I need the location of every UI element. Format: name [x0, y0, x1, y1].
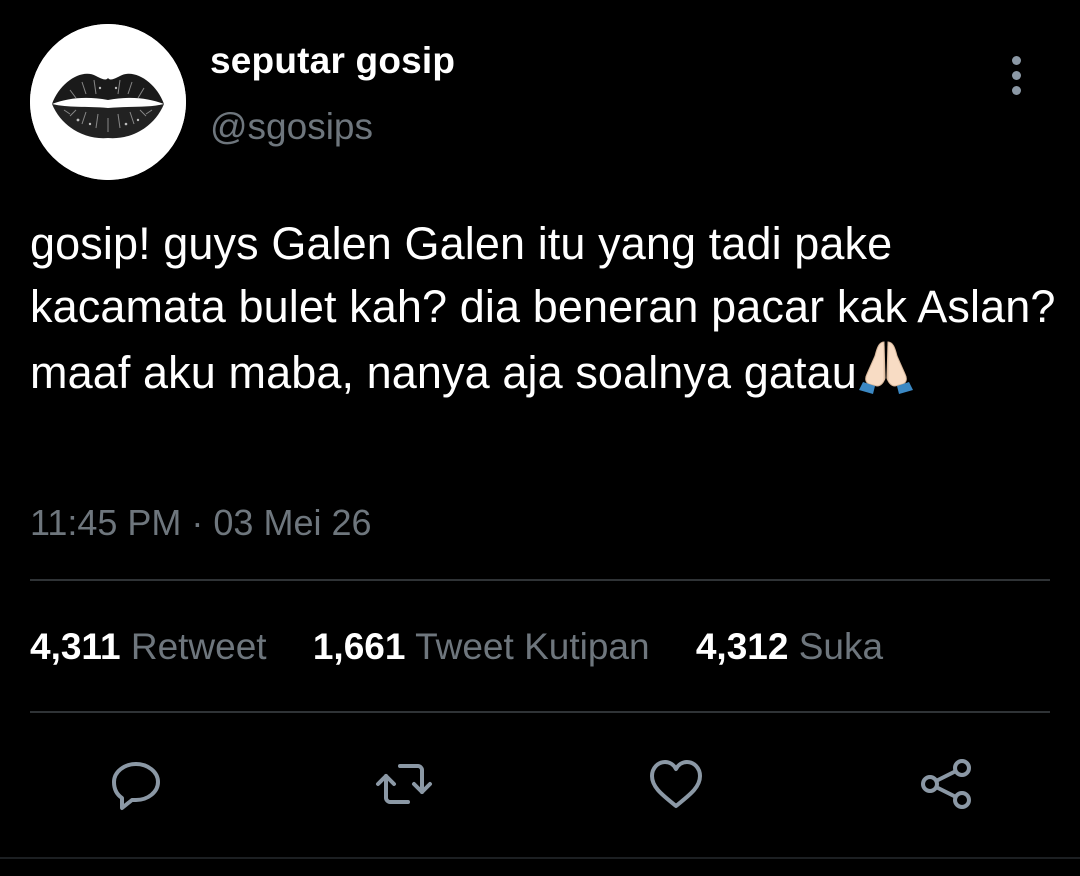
engagement-stats: 4,311 Retweet 1,661 Tweet Kutipan 4,312 … — [30, 626, 919, 668]
dot-icon — [1012, 86, 1021, 95]
like-button[interactable] — [644, 752, 708, 816]
folded-hands-emoji — [858, 341, 913, 394]
quote-count: 1,661 — [312, 626, 406, 667]
user-handle[interactable]: @sgosips — [210, 106, 373, 148]
display-name[interactable]: seputar gosip — [210, 40, 455, 82]
retweet-label: Retweet — [130, 626, 267, 667]
avatar[interactable] — [30, 24, 186, 180]
like-count-link[interactable]: 4,312 Suka — [696, 626, 883, 668]
tweet-text: gosip! guys Galen Galen itu yang tadi pa… — [30, 212, 1075, 404]
dot-icon — [1012, 71, 1021, 80]
dot-icon — [1012, 56, 1021, 65]
like-label: Suka — [798, 626, 884, 667]
divider — [0, 857, 1080, 859]
share-icon — [921, 759, 971, 809]
share-button[interactable] — [914, 752, 978, 816]
quote-label: Tweet Kutipan — [415, 626, 650, 667]
divider — [30, 579, 1050, 581]
tweet-detail: seputar gosip @sgosips gosip! guys Galen… — [0, 0, 1080, 876]
retweet-count: 4,311 — [30, 626, 121, 667]
like-count: 4,312 — [695, 626, 789, 667]
quote-count-link[interactable]: 1,661 Tweet Kutipan — [313, 626, 650, 668]
retweet-button[interactable] — [372, 752, 436, 816]
heart-icon — [650, 760, 702, 808]
reply-icon — [112, 762, 160, 810]
retweet-count-link[interactable]: 4,311 Retweet — [30, 626, 267, 668]
reply-button[interactable] — [104, 752, 168, 816]
action-bar — [0, 752, 1080, 816]
tweet-timestamp[interactable]: 11:45 PM · 03 Mei 26 — [30, 502, 372, 544]
retweet-icon — [376, 764, 432, 804]
divider — [30, 711, 1050, 713]
more-options-button[interactable] — [1000, 56, 1034, 96]
lips-kiss-print-icon — [30, 24, 186, 180]
